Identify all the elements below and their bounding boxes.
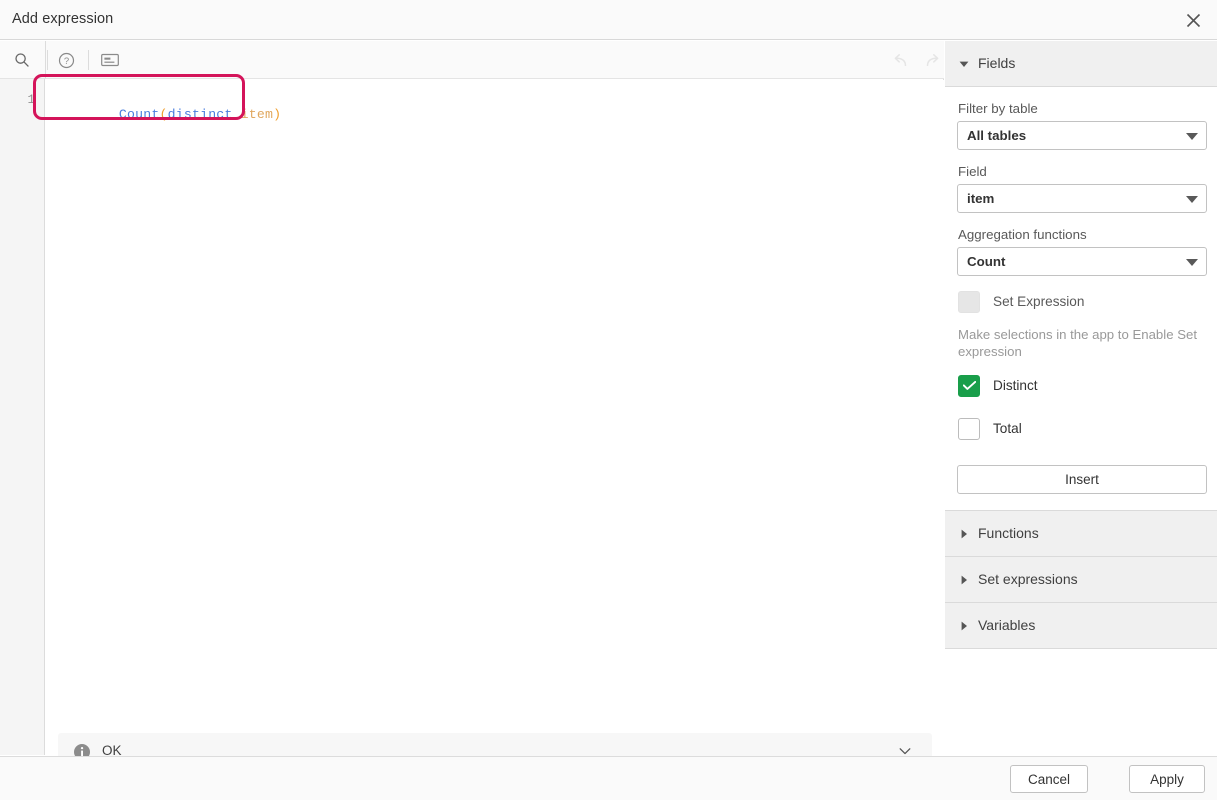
fields-section-body: Filter by table All tables Field item Ag…: [945, 87, 1217, 511]
accordion-label-fields: Fields: [978, 55, 1015, 71]
field-select[interactable]: item: [957, 184, 1207, 213]
filter-by-table-label: Filter by table: [958, 101, 1205, 116]
field-label: Field: [958, 164, 1205, 179]
set-expression-label: Set Expression: [993, 294, 1084, 309]
undo-glyph: [891, 52, 910, 69]
editor-toolbar-left: [0, 41, 46, 79]
undo-arrow-icon[interactable]: [889, 49, 911, 71]
cancel-button[interactable]: Cancel: [1010, 765, 1088, 793]
accordion-header-set-expressions[interactable]: Set expressions: [945, 557, 1217, 603]
accordion-label-set-expressions: Set expressions: [978, 571, 1078, 587]
dialog-title: Add expression: [12, 11, 113, 27]
reference-panel: Fields Filter by table All tables Field …: [945, 41, 1217, 755]
set-expression-help-text: Make selections in the app to Enable Set…: [958, 326, 1198, 360]
accordion-header-variables[interactable]: Variables: [945, 603, 1217, 649]
distinct-checkbox-row[interactable]: Distinct: [957, 373, 1205, 403]
filter-by-table-select[interactable]: All tables: [957, 121, 1207, 150]
accordion-label-variables: Variables: [978, 617, 1035, 633]
caret-right-icon: [959, 575, 969, 585]
aggregation-functions-select[interactable]: Count: [957, 247, 1207, 276]
chevron-down-icon: [1186, 259, 1198, 266]
card-icon[interactable]: [99, 49, 121, 71]
accordion-header-functions[interactable]: Functions: [945, 511, 1217, 557]
aggregation-functions-label: Aggregation functions: [958, 227, 1205, 242]
token-field: item: [241, 107, 273, 122]
filter-by-table-value: All tables: [967, 128, 1026, 143]
redo-arrow-icon[interactable]: [921, 49, 943, 71]
token-function: Count: [119, 107, 160, 122]
toolbar-separator-1: [47, 50, 48, 70]
accordion-header-fields[interactable]: Fields: [945, 41, 1217, 87]
total-checkbox-row[interactable]: Total: [957, 416, 1205, 446]
caret-down-icon: [959, 59, 969, 69]
field-value: item: [967, 191, 994, 206]
caret-right-icon: [959, 621, 969, 631]
aggregation-functions-value: Count: [967, 254, 1005, 269]
line-number: 1: [15, 93, 35, 107]
help-glyph: ?: [58, 52, 75, 69]
total-checkbox[interactable]: [958, 418, 980, 440]
editor-toolbar: ?: [46, 41, 944, 79]
search-icon[interactable]: [11, 49, 33, 71]
code-area[interactable]: 1 Count(distinct item) OK Count(distinct…: [46, 80, 944, 755]
svg-text:?: ?: [63, 56, 68, 67]
search-glyph: [14, 52, 30, 68]
token-close-paren: ): [273, 107, 281, 122]
close-icon[interactable]: [1177, 4, 1209, 36]
help-circle-icon[interactable]: ?: [55, 49, 77, 71]
token-open-paren: (: [160, 107, 168, 122]
expression-text: Count(distinct item): [54, 92, 281, 137]
toolbar-separator-2: [88, 50, 89, 70]
card-glyph: [101, 53, 119, 67]
distinct-label: Distinct: [993, 378, 1038, 393]
accordion-label-functions: Functions: [978, 525, 1039, 541]
token-space: [233, 107, 241, 122]
dialog-titlebar: Add expression: [0, 0, 1217, 40]
dialog-footer: Cancel Apply: [0, 756, 1217, 800]
expression-editor-column: ? 1 Count(dist: [46, 41, 944, 755]
caret-right-icon: [959, 529, 969, 539]
set-expression-checkbox[interactable]: [958, 291, 980, 313]
chevron-down-icon: [1186, 196, 1198, 203]
set-expression-checkbox-row[interactable]: Set Expression: [957, 289, 1205, 319]
total-label: Total: [993, 421, 1022, 436]
apply-button[interactable]: Apply: [1129, 765, 1205, 793]
code-line-1[interactable]: 1 Count(distinct item): [46, 80, 944, 116]
insert-button[interactable]: Insert: [957, 465, 1207, 494]
token-keyword: distinct: [168, 107, 233, 122]
chevron-down-icon: [1186, 133, 1198, 140]
checkmark-icon: [963, 381, 976, 390]
distinct-checkbox[interactable]: [958, 375, 980, 397]
close-glyph: [1186, 13, 1201, 28]
editor-gutter-strip: [0, 41, 45, 755]
redo-glyph: [923, 52, 942, 69]
